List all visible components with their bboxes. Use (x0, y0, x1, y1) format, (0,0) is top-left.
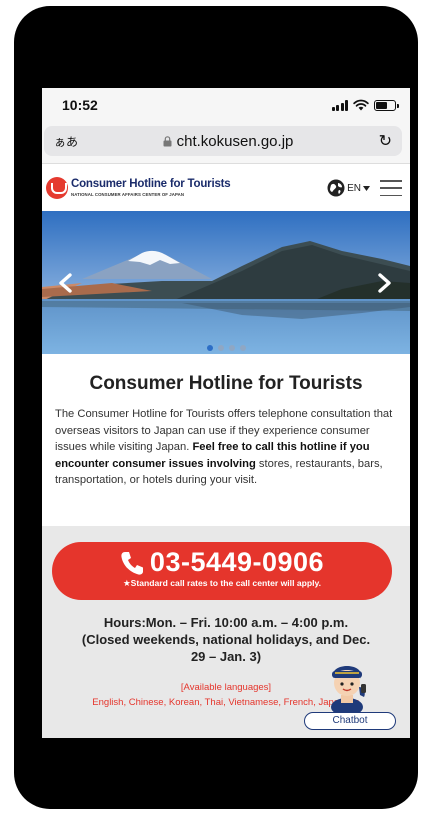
phone-screen: 10:52 ぁあ cht.kokusen.go.jp ↻ Consumer Ho… (42, 88, 410, 738)
carousel-indicators (42, 345, 410, 351)
page-title: Consumer Hotline for Tourists (89, 373, 363, 394)
carousel-next-icon[interactable] (374, 273, 394, 293)
address-bar[interactable]: ぁあ cht.kokusen.go.jp ↻ (44, 126, 402, 156)
battery-icon (374, 99, 399, 111)
call-rates-note: ★Standard call rates to the call center … (122, 578, 322, 588)
logo-title: Consumer Hotline for Tourists (71, 178, 231, 191)
carousel-dot[interactable] (239, 345, 246, 351)
carousel-dot[interactable] (217, 345, 224, 351)
status-icons (331, 99, 399, 111)
main-content: Consumer Hotline for Tourists The Consum… (42, 354, 410, 489)
site-header: Consumer Hotline for Tourists NATIONAL C… (42, 165, 410, 211)
browser-toolbar: ぁあ cht.kokusen.go.jp ↻ (42, 122, 410, 164)
text-size-button[interactable]: ぁあ (54, 133, 84, 150)
phone-row: 03-5449-0906 (52, 547, 392, 578)
carousel-prev-icon[interactable] (56, 273, 76, 293)
phone-number: 03-5449-0906 (149, 547, 325, 577)
chatbot-button[interactable]: Chatbot (304, 712, 396, 730)
logo-subtitle: NATIONAL CONSUMER AFFAIRS CENTER OF JAPA… (71, 191, 185, 197)
carousel-dot[interactable] (206, 345, 213, 351)
header-actions: EN (327, 179, 402, 197)
hours-line-2: (Closed weekends, national holidays, and… (81, 632, 371, 647)
status-time: 10:52 (62, 97, 98, 113)
language-selector[interactable]: EN (327, 179, 370, 197)
lock-icon (163, 135, 172, 146)
wifi-icon (353, 99, 369, 111)
hours-line-1: Hours:Mon. – Fri. 10:00 a.m. – 4:00 p.m. (103, 615, 349, 630)
hero-carousel[interactable] (42, 211, 410, 354)
caret-down-icon (363, 185, 370, 191)
signal-icon (331, 99, 348, 111)
url-text: cht.kokusen.go.jp (176, 132, 294, 150)
reload-icon[interactable]: ↻ (372, 131, 392, 151)
site-logo[interactable]: Consumer Hotline for Tourists NATIONAL C… (71, 178, 231, 197)
carousel-dot[interactable] (228, 345, 235, 351)
call-hotline-button[interactable]: 03-5449-0906 ★Standard call rates to the… (52, 542, 392, 600)
phone-icon (121, 551, 143, 575)
chatbot-mascot-icon[interactable] (324, 657, 370, 715)
url-display[interactable]: cht.kokusen.go.jp (84, 133, 372, 150)
site-logo-icon[interactable] (46, 177, 68, 199)
status-bar: 10:52 (42, 88, 410, 122)
language-code: EN (347, 182, 361, 194)
globe-icon (327, 179, 345, 197)
menu-icon[interactable] (380, 180, 402, 196)
intro-text: The Consumer Hotline for Tourists offers… (55, 406, 397, 489)
hero-image (42, 211, 410, 354)
